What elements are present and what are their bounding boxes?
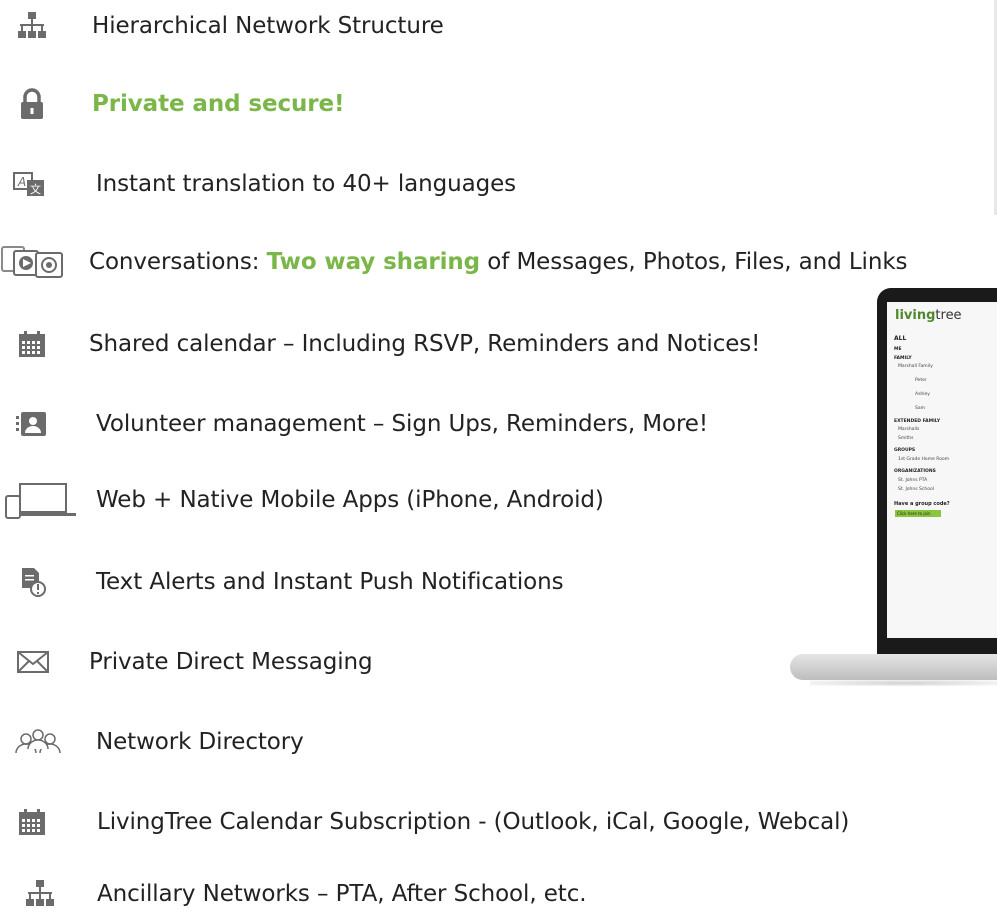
- sidebar-item-ashley[interactable]: Ashley: [915, 392, 930, 397]
- group-code-prompt: Have a group code?: [894, 501, 950, 507]
- calendar-icon: [19, 331, 45, 357]
- feature-label: Private and secure!: [92, 91, 345, 117]
- sidebar-item-st-johns-pta[interactable]: St. Johns PTA: [898, 478, 927, 483]
- calendar-icon: [19, 809, 45, 835]
- logo-rest: tree: [935, 308, 962, 323]
- feature-label: Hierarchical Network Structure: [92, 13, 444, 39]
- sidebar-item-sam[interactable]: Sam: [915, 406, 925, 411]
- sidebar-item-marshalls[interactable]: Marshalls: [898, 427, 919, 432]
- translate-icon: A 文: [13, 172, 44, 196]
- people-group-icon: [15, 729, 61, 754]
- feature-label-highlight: Two way sharing: [266, 249, 481, 275]
- sidebar-organizations: ORGANIZATIONS: [894, 469, 936, 474]
- join-group-button[interactable]: Click here to join: [895, 510, 941, 517]
- hierarchy-icon: [26, 880, 54, 906]
- svg-text:A: A: [17, 175, 26, 189]
- laptop-base: [790, 654, 997, 680]
- feature-label: Shared calendar – Including RSVP, Remind…: [89, 331, 761, 357]
- sidebar-me[interactable]: ME: [894, 347, 902, 352]
- sidebar-groups: GROUPS: [894, 448, 916, 453]
- feature-row-ancillary: Ancillary Networks – PTA, After School, …: [0, 872, 700, 916]
- lock-icon: [21, 88, 43, 119]
- feature-label-conversations: Conversations: Two way sharing of Messag…: [89, 249, 908, 275]
- envelope-icon: [17, 651, 49, 673]
- app-logo: livingtree: [895, 308, 962, 323]
- feature-row-volunteer: Volunteer management – Sign Ups, Reminde…: [0, 402, 760, 446]
- sidebar-extended-family: EXTENDED FAMILY: [894, 419, 941, 424]
- feature-label: Text Alerts and Instant Push Notificatio…: [96, 569, 564, 595]
- feature-row-calendar: Shared calendar – Including RSVP, Remind…: [0, 322, 760, 366]
- feature-row-translation: A 文 Instant translation to 40+ languages: [0, 162, 560, 206]
- feature-label: Private Direct Messaging: [89, 649, 373, 675]
- feature-label-prefix: Conversations:: [89, 249, 267, 275]
- logo-bold: living: [895, 308, 936, 323]
- laptop-screen: livingtree ALL ME FAMILY Marshall Family…: [887, 302, 997, 638]
- feature-row-messaging: Private Direct Messaging: [0, 640, 500, 684]
- feature-row-apps: Web + Native Mobile Apps (iPhone, Androi…: [0, 478, 700, 522]
- feature-label: Ancillary Networks – PTA, After School, …: [97, 881, 587, 907]
- feature-row-security: Private and secure!: [0, 82, 420, 126]
- hierarchy-icon: [18, 12, 46, 38]
- feature-row-alerts: Text Alerts and Instant Push Notificatio…: [0, 560, 700, 604]
- feature-label: Web + Native Mobile Apps (iPhone, Androi…: [96, 487, 604, 513]
- laptop-shadow: [810, 680, 997, 686]
- feature-label: LivingTree Calendar Subscription - (Outl…: [97, 809, 850, 835]
- svg-text:文: 文: [30, 182, 41, 196]
- feature-label: Volunteer management – Sign Ups, Reminde…: [96, 411, 708, 437]
- feature-row-directory: Network Directory: [0, 720, 500, 764]
- sidebar-all[interactable]: ALL: [894, 335, 906, 342]
- laptop-mockup: livingtree ALL ME FAMILY Marshall Family…: [770, 282, 997, 702]
- feature-label-suffix: of Messages, Photos, Files, and Links: [480, 249, 908, 275]
- sidebar-item-home-room[interactable]: 1st Grade Home Room: [898, 457, 949, 462]
- alert-document-icon: [22, 568, 46, 597]
- feature-row-hierarchy: Hierarchical Network Structure: [0, 4, 560, 48]
- sidebar-item-smiths[interactable]: Smiths: [898, 436, 913, 441]
- sidebar-item-st-johns-school[interactable]: St. Johns School: [898, 487, 934, 492]
- feature-label: Network Directory: [96, 729, 304, 755]
- sidebar-item-marshall-family[interactable]: Marshall Family: [898, 364, 933, 369]
- devices-icon: [5, 483, 76, 519]
- feature-label: Instant translation to 40+ languages: [96, 171, 517, 197]
- media-sharing-icon: [1, 246, 63, 278]
- sidebar-family: FAMILY: [894, 356, 912, 361]
- sidebar-item-peter[interactable]: Peter: [915, 378, 927, 383]
- contact-card-icon: [16, 412, 46, 436]
- feature-row-calendar-subscription: LivingTree Calendar Subscription - (Outl…: [0, 800, 997, 844]
- feature-row-conversations: Conversations: Two way sharing of Messag…: [0, 240, 997, 284]
